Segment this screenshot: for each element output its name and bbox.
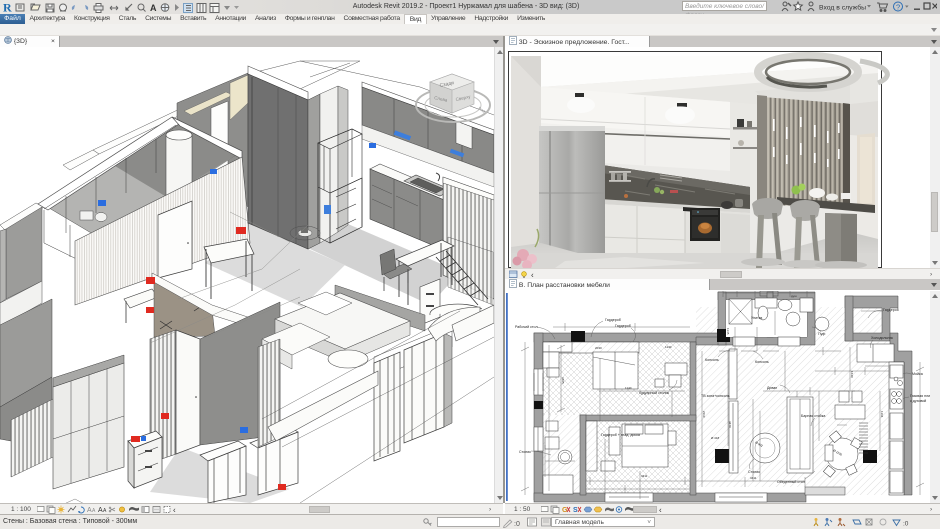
svg-text:3405: 3405 [561,377,565,384]
svg-text:Столик: Столик [519,450,531,454]
svg-text:A: A [150,3,157,13]
svg-text:с духовой: с духовой [910,399,926,403]
svg-text:Газовая плита: Газовая плита [910,394,930,398]
svg-text:‹: ‹ [531,271,534,280]
svg-text::0: :0 [514,521,520,528]
svg-text::0: :0 [903,521,909,528]
svg-text:Гардероб: Гардероб [615,324,631,328]
svg-text:Рабочий стол: Рабочий стол [515,325,538,329]
svg-text:1135: 1135 [726,328,730,335]
svg-text:душ: душ [791,294,797,298]
svg-text:‹: ‹ [659,506,662,515]
svg-text:Консоль: Консоль [755,360,769,364]
svg-text:ТВ зона+консоль: ТВ зона+консоль [701,394,730,398]
svg-text:Пуф: Пуф [818,332,825,336]
svg-text:Консоль: Консоль [705,358,719,362]
svg-text:G: G [562,507,568,514]
svg-text:Унитаз: Унитаз [751,316,763,320]
svg-text:2110: 2110 [702,411,706,418]
svg-text:будуарный столик: будуарный столик [639,391,670,395]
svg-text:Барная стойка: Барная стойка [801,414,825,418]
svg-text:Обеденный стол: Обеденный стол [777,480,805,484]
svg-text:1164: 1164 [880,411,884,418]
svg-text:3411: 3411 [641,474,648,478]
svg-text:3411: 3411 [750,476,757,480]
svg-text:Диван: Диван [767,386,777,390]
svg-text:Холодильник: Холодильник [871,336,893,340]
svg-text:Мойка: Мойка [912,372,923,376]
svg-text:1140: 1140 [625,386,632,390]
svg-text:‹: ‹ [173,506,176,515]
svg-text:Ø 418: Ø 418 [711,436,720,440]
svg-text:Гардероб: Гардероб [605,318,621,322]
svg-text:Гардероб + глад. доска: Гардероб + глад. доска [601,433,640,437]
svg-text:4470: 4470 [728,421,732,428]
svg-text:R: R [3,1,12,14]
svg-text:S: S [573,507,578,514]
svg-text:?: ? [896,3,900,12]
svg-text:1140: 1140 [665,345,672,349]
svg-text:Вход в службы: Вход в службы [819,4,866,12]
svg-text:1640: 1640 [850,371,854,378]
svg-text:2030: 2030 [595,346,602,350]
svg-text:Столик: Столик [748,470,760,474]
svg-text:Гардероб: Гардероб [883,308,899,312]
